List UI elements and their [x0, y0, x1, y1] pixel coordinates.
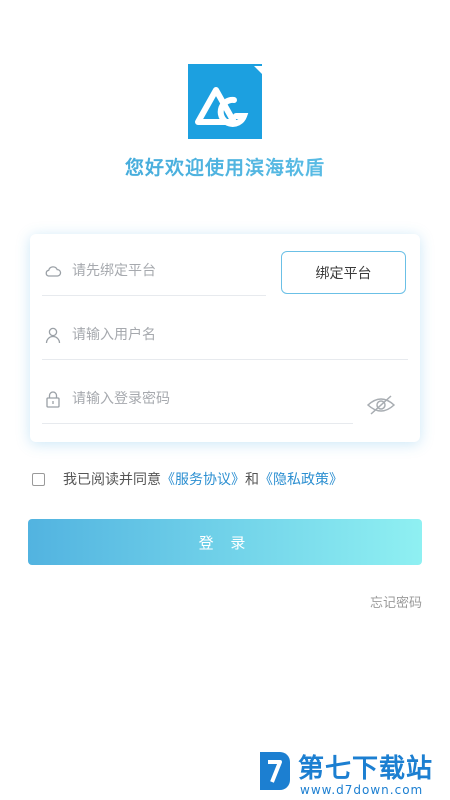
username-input[interactable]: [72, 322, 272, 348]
lock-icon: [46, 391, 60, 408]
bind-platform-button[interactable]: 绑定平台: [281, 251, 406, 294]
agreement-row: 我已阅读并同意 《服务协议》 和 《隐私政策》: [32, 467, 432, 491]
privacy-policy-link[interactable]: 《隐私政策》: [259, 469, 343, 489]
watermark-logo: [260, 752, 290, 790]
username-underline: [42, 359, 408, 360]
platform-input[interactable]: [72, 258, 272, 284]
agreement-checkbox[interactable]: [32, 472, 45, 486]
watermark-url: www.d7down.com: [300, 783, 424, 797]
watermark-title: 第七下载站: [298, 754, 434, 784]
password-field: [42, 362, 353, 424]
password-underline: [42, 423, 353, 424]
username-field: [42, 298, 408, 360]
watermark: 第七下载站 www.d7down.com: [256, 748, 446, 800]
user-icon: [45, 327, 61, 344]
eye-hidden-icon[interactable]: [366, 394, 396, 416]
agreement-prefix: 我已阅读并同意: [63, 472, 161, 488]
password-input[interactable]: [72, 386, 272, 412]
app-logo: [188, 64, 262, 139]
welcome-title: 您好欢迎使用滨海软盾: [0, 153, 450, 180]
agreement-and: 和: [245, 472, 259, 488]
login-card: 绑定平台: [30, 234, 420, 442]
platform-field: [42, 234, 272, 296]
cloud-icon: [45, 266, 62, 277]
forgot-password-link[interactable]: 忘记密码: [370, 592, 422, 611]
service-agreement-link[interactable]: 《服务协议》: [161, 469, 245, 489]
login-button[interactable]: 登 录: [28, 519, 422, 565]
platform-underline: [42, 295, 266, 296]
